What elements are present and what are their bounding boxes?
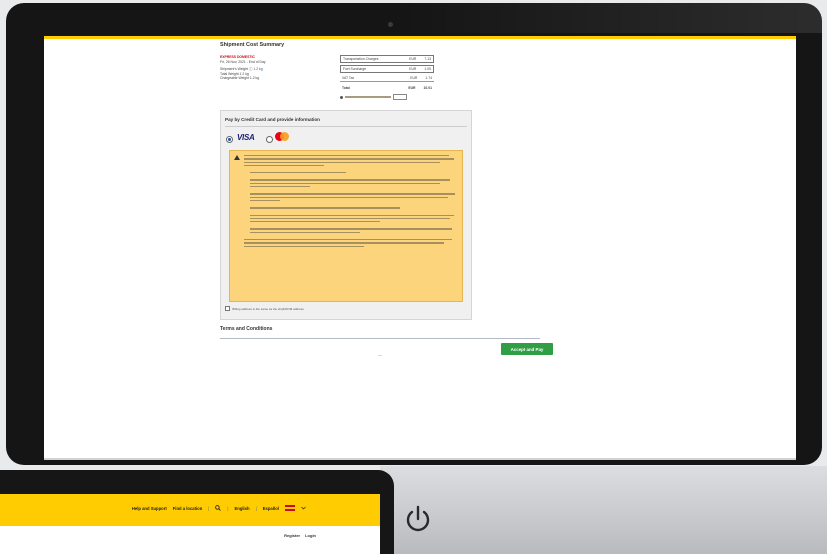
promo-text-placeholder (345, 96, 391, 98)
search-icon[interactable] (215, 505, 222, 511)
charge-label: Transportation Charges (343, 57, 379, 61)
spain-flag-icon[interactable] (285, 505, 295, 511)
brand-top-bar (44, 36, 796, 39)
shipment-summary: EXPRESS DOMESTIC Fri, 26 Nov, 2021 - End… (220, 55, 556, 100)
mastercard-logo (275, 132, 289, 142)
page-title: Shipment Cost Summary (220, 42, 285, 48)
power-icon (406, 505, 430, 532)
laptop-frame: Help and Support Find a location | | Eng… (0, 470, 394, 554)
payment-panel: Pay by Credit Card and provide informati… (220, 110, 472, 320)
charge-row: Transportation Charges EUR 7.13 (340, 55, 434, 63)
charge-label: VAT Tax (342, 76, 355, 80)
camera-dot (388, 22, 393, 27)
charges-table: Transportation Charges EUR 7.13 Fuel Sur… (340, 55, 434, 100)
laptop-screen: Help and Support Find a location | | Eng… (0, 494, 380, 554)
payment-notice (229, 150, 463, 302)
warning-icon (234, 155, 240, 160)
charge-row: VAT Tax EUR 1.74 (340, 75, 434, 82)
page-content: Shipment Cost Summary EXPRESS DOMESTIC F… (220, 42, 556, 361)
charge-row: Fuel Surcharge EUR 1.05 (340, 65, 434, 73)
charge-currency: EUR (409, 57, 417, 61)
visa-logo: VISA (237, 133, 255, 142)
chevron-down-icon[interactable] (301, 506, 306, 510)
terms-text-placeholder (220, 338, 540, 340)
espanol-link[interactable]: Español (263, 506, 279, 511)
declared-weight-value[interactable]: 1.2 kg (253, 67, 262, 71)
charge-currency: EUR (409, 67, 417, 71)
account-links: Register Login (284, 533, 316, 538)
nav-separator: | (227, 505, 229, 511)
promo-code-input[interactable] (393, 94, 407, 100)
charge-amount: 1.05 (424, 67, 431, 71)
charge-amount: 7.13 (424, 57, 431, 61)
login-link[interactable]: Login (305, 533, 316, 538)
total-amount: 10.01 (423, 86, 433, 90)
payment-title: Pay by Credit Card and provide informati… (225, 117, 320, 122)
billing-address-option[interactable]: Billing address is the same as the shipF… (225, 306, 304, 312)
help-link[interactable]: Help and Support (132, 506, 167, 511)
action-row: — Accept and Pay (220, 341, 556, 361)
billing-checkbox[interactable] (225, 306, 231, 312)
separator-dash: — (378, 352, 382, 358)
monitor-gloss (402, 3, 822, 33)
english-link[interactable]: English (234, 506, 249, 511)
monitor-stand (380, 466, 827, 554)
total-row: Total EUR 10.01 (340, 85, 434, 91)
total-currency: EUR (408, 86, 416, 90)
promo-code-row (340, 94, 434, 100)
total-label: Total (342, 86, 350, 90)
billing-label: Billing address is the same as the shipF… (232, 306, 304, 311)
divider (225, 126, 467, 127)
find-location-link[interactable]: Find a location (173, 506, 203, 511)
accept-and-pay-button[interactable]: Accept and Pay (501, 343, 553, 356)
laptop-top-nav: Help and Support Find a location | | Eng… (132, 505, 306, 511)
visa-radio[interactable] (226, 136, 233, 143)
mastercard-radio[interactable] (266, 136, 273, 143)
chargeable-weight: Chargeable Weight 1.2 kg (220, 76, 260, 81)
monitor-frame: Shipment Cost Summary EXPRESS DOMESTIC F… (6, 3, 822, 465)
nav-separator: | (208, 505, 210, 511)
shipment-details: EXPRESS DOMESTIC Fri, 26 Nov, 2021 - End… (220, 55, 326, 100)
register-link[interactable]: Register (284, 533, 300, 538)
monitor-screen: Shipment Cost Summary EXPRESS DOMESTIC F… (44, 36, 796, 460)
notice-text-block (244, 155, 456, 249)
terms-title: Terms and Conditions (220, 326, 273, 332)
declared-weight-label: Shipment's Weight ⓘ (220, 67, 253, 72)
charge-label: Fuel Surcharge (343, 67, 367, 71)
info-icon (340, 95, 343, 99)
charge-amount: 1.74 (425, 76, 432, 80)
charge-currency: EUR (410, 76, 418, 80)
nav-separator: | (255, 505, 257, 511)
screen-bottom-bar (44, 458, 796, 460)
